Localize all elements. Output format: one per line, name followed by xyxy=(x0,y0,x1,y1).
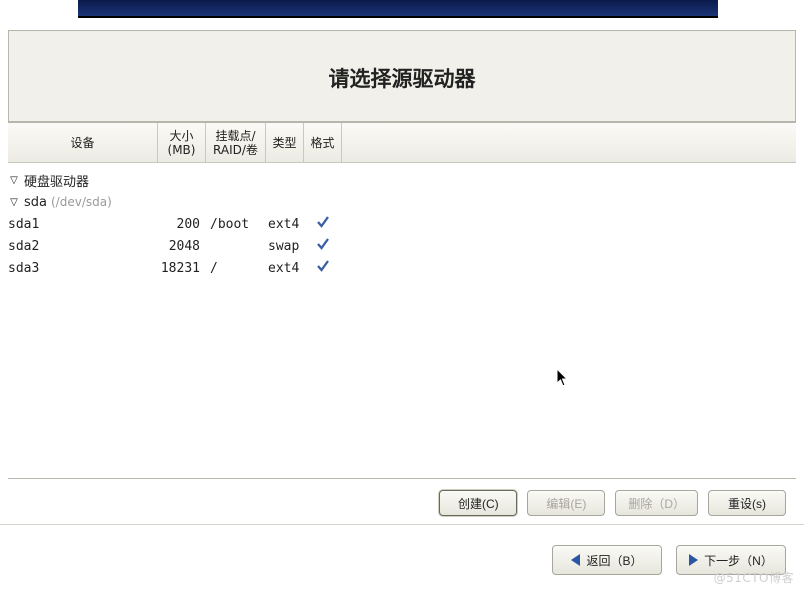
separator xyxy=(0,524,804,525)
partition-type: swap xyxy=(266,239,304,254)
next-label: 下一步（N） xyxy=(704,552,773,569)
delete-button: 删除（D） xyxy=(615,490,698,516)
back-button[interactable]: 返回（B） xyxy=(552,545,662,575)
partition-size: 2048 xyxy=(158,239,206,254)
col-format[interactable]: 格式 xyxy=(304,123,342,162)
back-label: 返回（B） xyxy=(586,552,642,569)
page-title: 请选择源驱动器 xyxy=(9,63,795,93)
col-type[interactable]: 类型 xyxy=(266,123,304,162)
check-icon xyxy=(315,258,331,278)
arrow-right-icon xyxy=(689,554,698,566)
table-body: ▽ 硬盘驱动器 ▽ sda (/dev/sda) sda1 200 /boot … xyxy=(8,163,796,279)
partition-actions: 创建(C) 编辑(E) 删除（D） 重设(s) xyxy=(8,486,796,520)
edit-button: 编辑(E) xyxy=(527,490,605,516)
disk-name: sda xyxy=(24,195,47,210)
partition-table: 设备 大小 (MB) 挂载点/ RAID/卷 类型 格式 ▽ 硬盘驱动器 ▽ s… xyxy=(8,122,796,479)
expander-icon[interactable]: ▽ xyxy=(8,175,20,186)
partition-mount: / xyxy=(206,261,266,276)
reset-button[interactable]: 重设(s) xyxy=(708,490,786,516)
col-mount[interactable]: 挂载点/ RAID/卷 xyxy=(206,123,266,162)
expander-icon[interactable]: ▽ xyxy=(8,197,20,208)
wizard-nav: 返回（B） 下一步（N） xyxy=(8,542,796,578)
partition-type: ext4 xyxy=(266,217,304,232)
tree-root-row[interactable]: ▽ 硬盘驱动器 xyxy=(8,169,796,191)
partition-name: sda3 xyxy=(8,261,39,276)
table-header: 设备 大小 (MB) 挂载点/ RAID/卷 类型 格式 xyxy=(8,123,796,163)
partition-type: ext4 xyxy=(266,261,304,276)
create-button[interactable]: 创建(C) xyxy=(439,490,517,516)
col-device[interactable]: 设备 xyxy=(8,123,158,162)
check-icon xyxy=(315,214,331,234)
partition-mount: /boot xyxy=(206,217,266,232)
col-size[interactable]: 大小 (MB) xyxy=(158,123,206,162)
tree-root-label: 硬盘驱动器 xyxy=(24,171,89,190)
watermark: @51CTO博客 xyxy=(714,569,794,586)
installer-banner xyxy=(78,0,718,18)
partition-row[interactable]: sda1 200 /boot ext4 xyxy=(8,213,796,235)
partition-row[interactable]: sda2 2048 swap xyxy=(8,235,796,257)
disk-path: (/dev/sda) xyxy=(51,195,112,209)
disk-row[interactable]: ▽ sda (/dev/sda) xyxy=(8,191,796,213)
partition-size: 200 xyxy=(158,217,206,232)
check-icon xyxy=(315,236,331,256)
arrow-left-icon xyxy=(571,554,580,566)
partition-row[interactable]: sda3 18231 / ext4 xyxy=(8,257,796,279)
partition-name: sda1 xyxy=(8,217,39,232)
partition-name: sda2 xyxy=(8,239,39,254)
partition-size: 18231 xyxy=(158,261,206,276)
title-frame: 请选择源驱动器 xyxy=(8,30,796,122)
